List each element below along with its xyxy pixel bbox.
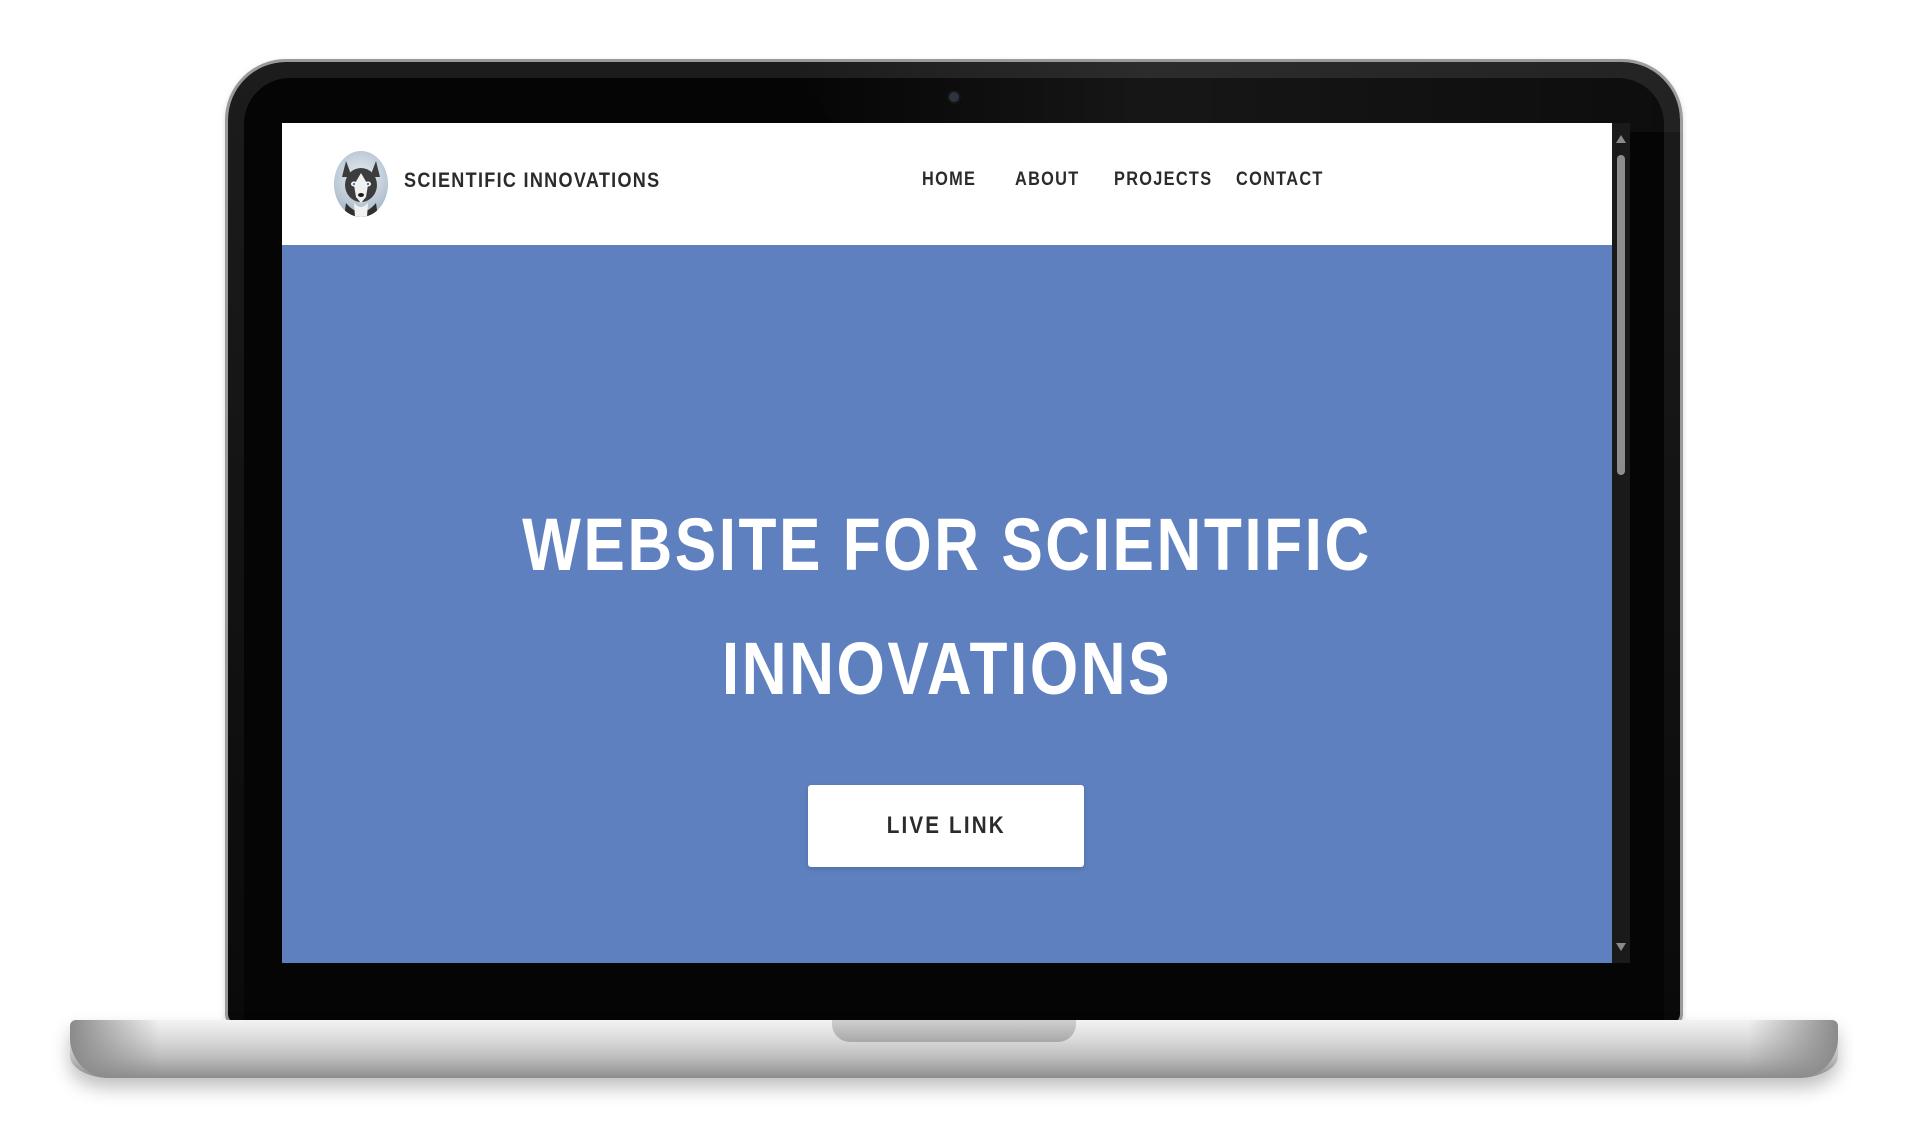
camera-icon	[949, 92, 959, 102]
hero-title: WEBSITE FOR SCIENTIFIC INNOVATIONS	[388, 483, 1505, 731]
nav-home-link[interactable]: HOME	[922, 169, 976, 191]
live-link-button-label: LIVE LINK	[886, 812, 1006, 839]
nav-contact-link[interactable]: CONTACT	[1236, 169, 1324, 191]
live-link-button[interactable]: LIVE LINK	[808, 785, 1084, 867]
base-shade-left	[70, 1020, 160, 1078]
base-notch	[832, 1020, 1076, 1042]
browser-viewport: SCIENTIFIC INNOVATIONS HOME ABOUT PROJEC…	[282, 123, 1630, 963]
husky-dog-icon	[342, 161, 380, 217]
laptop-mockup: SCIENTIFIC INNOVATIONS HOME ABOUT PROJEC…	[0, 0, 1908, 1139]
husky-avatar-icon[interactable]	[334, 151, 388, 217]
scroll-down-arrow-icon[interactable]	[1616, 943, 1626, 951]
hero-title-line-1: WEBSITE FOR SCIENTIFIC	[522, 503, 1372, 586]
hero-title-line-2: INNOVATIONS	[721, 627, 1173, 710]
site-navbar: SCIENTIFIC INNOVATIONS HOME ABOUT PROJEC…	[282, 123, 1612, 245]
nav-about-link[interactable]: ABOUT	[1015, 169, 1080, 191]
base-shade-right	[1748, 1020, 1838, 1078]
scroll-thumb[interactable]	[1617, 155, 1625, 475]
bezel-glare	[788, 62, 1688, 132]
scroll-up-arrow-icon[interactable]	[1616, 135, 1626, 143]
nav-projects-link[interactable]: PROJECTS	[1114, 169, 1212, 191]
page-scrollbar[interactable]	[1612, 123, 1630, 963]
brand-name[interactable]: SCIENTIFIC INNOVATIONS	[404, 169, 660, 193]
